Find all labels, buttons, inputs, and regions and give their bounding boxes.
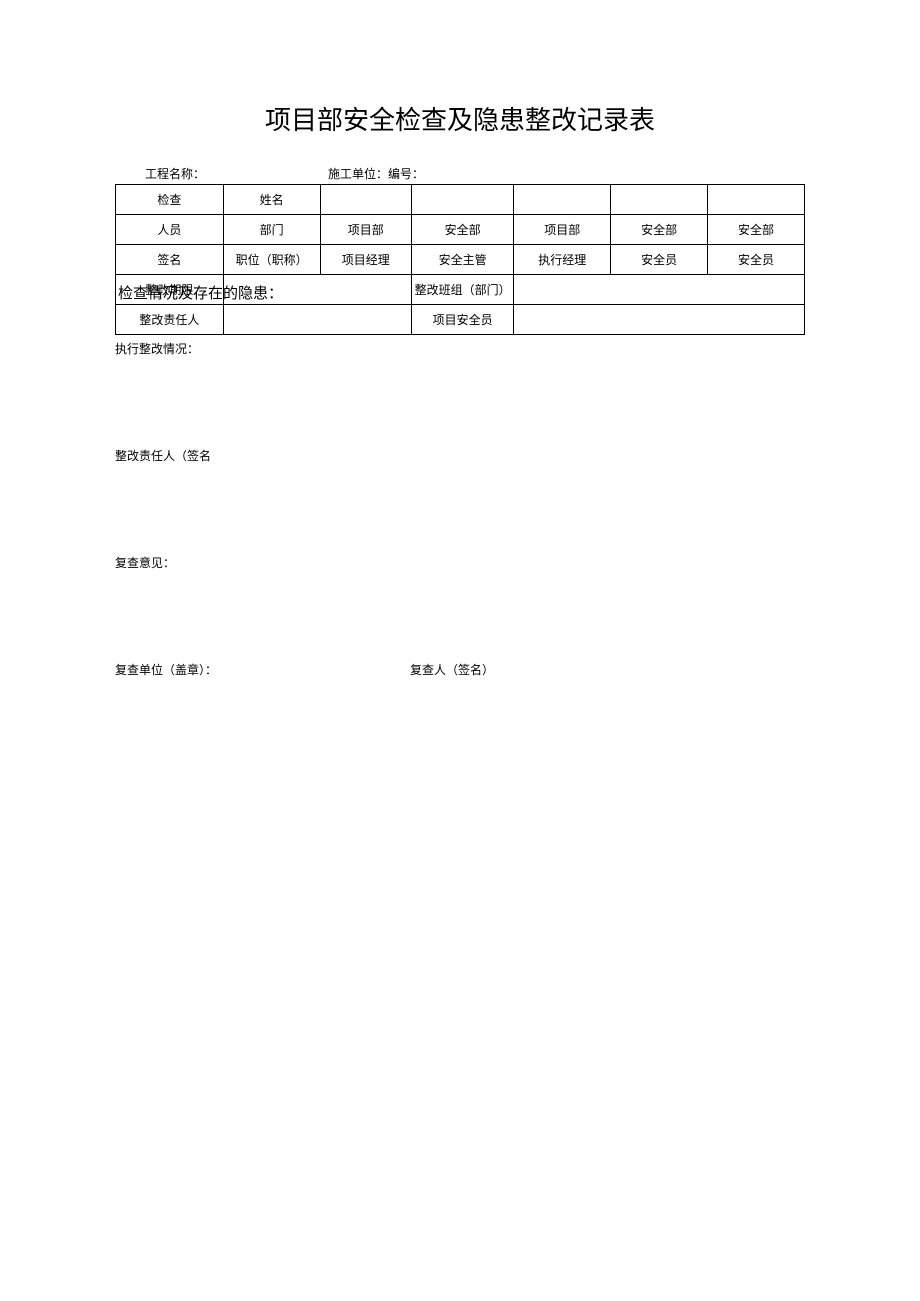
section-signer: 整改责任人（签名 — [115, 447, 805, 464]
cell: 安全部 — [708, 215, 805, 245]
table-row: 人员 部门 项目部 安全部 项目部 安全部 安全部 — [116, 215, 805, 245]
cell: 项目部 — [514, 215, 611, 245]
cell — [223, 305, 411, 335]
cell: 项目经理 — [320, 245, 412, 275]
cell — [514, 305, 805, 335]
table-row: 签名 职位（职称） 项目经理 安全主管 执行经理 安全员 安全员 — [116, 245, 805, 275]
project-label: 工程名称： — [145, 167, 205, 181]
cell: 执行经理 — [514, 245, 611, 275]
cell — [708, 185, 805, 215]
cell — [412, 185, 514, 215]
cell: 安全部 — [412, 215, 514, 245]
cell: 姓名 — [223, 185, 320, 215]
cell — [611, 185, 708, 215]
main-table: 检查 姓名 人员 部门 项目部 安全部 项目部 安全部 安全部 签名 职位（职称… — [115, 184, 805, 335]
cell: 项目部 — [320, 215, 412, 245]
section-review: 复查意见： — [115, 554, 805, 571]
cell — [320, 185, 412, 215]
review-unit: 复查单位（盖章）： — [115, 663, 217, 677]
cell: 安全员 — [708, 245, 805, 275]
overlay-heading: 检查情况及存在的隐患： — [118, 282, 283, 303]
cell: 部门 — [223, 215, 320, 245]
cell: 整改责任人 — [116, 305, 224, 335]
table-row: 检查 姓名 — [116, 185, 805, 215]
header-line: 工程名称： 施工单位：编号： — [115, 165, 805, 182]
cell: 整改班组（部门） — [412, 275, 514, 305]
unit-label: 施工单位：编号： — [328, 165, 424, 182]
cell: 检查 — [116, 185, 224, 215]
review-line: 复查单位（盖章）： 复查人（签名） — [115, 661, 805, 678]
cell: 安全员 — [611, 245, 708, 275]
cell: 人员 — [116, 215, 224, 245]
cell: 职位（职称） — [223, 245, 320, 275]
cell: 安全主管 — [412, 245, 514, 275]
doc-title: 项目部安全检查及隐患整改记录表 — [115, 100, 805, 137]
section-exec: 执行整改情况： — [115, 340, 805, 357]
cell — [514, 275, 805, 305]
reviewer: 复查人（签名） — [410, 661, 494, 678]
cell — [514, 185, 611, 215]
cell: 项目安全员 — [412, 305, 514, 335]
table-row: 整改责任人 项目安全员 — [116, 305, 805, 335]
cell: 安全部 — [611, 215, 708, 245]
cell: 签名 — [116, 245, 224, 275]
